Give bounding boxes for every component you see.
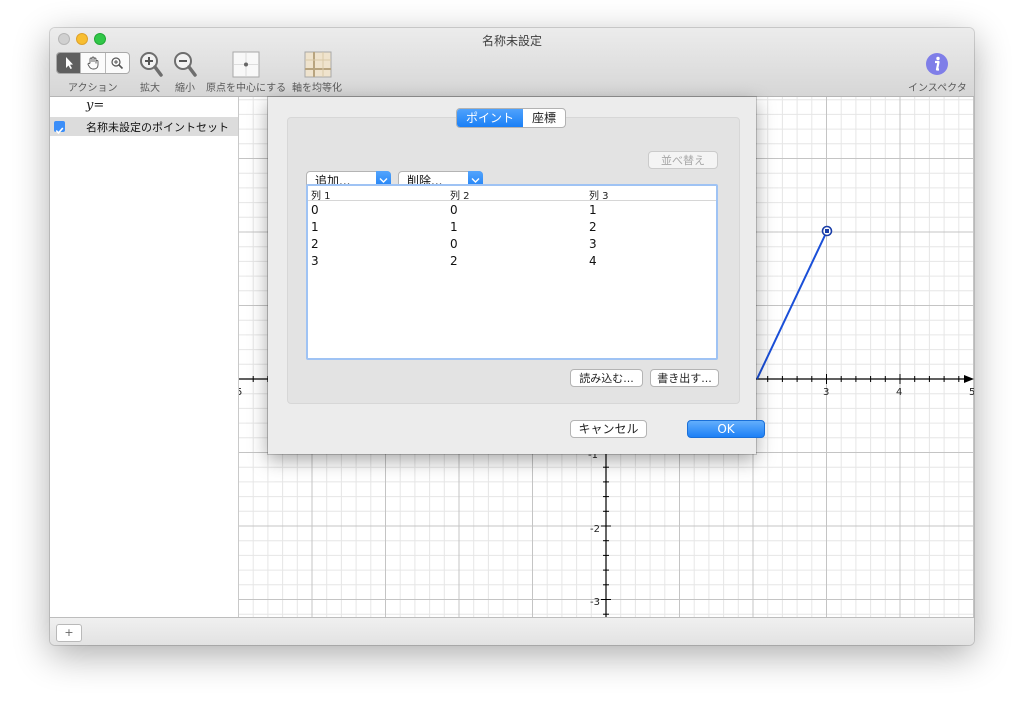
points-table[interactable]: 列 1 列 2 列 3 0 0 1 1 1 2 2 0 3 3 2 4	[306, 184, 718, 360]
table-cell[interactable]: 3	[311, 254, 319, 268]
hand-tool-button[interactable]	[80, 53, 104, 73]
bottom-bar: +	[50, 617, 974, 645]
equalize-axes-button[interactable]	[304, 51, 332, 82]
hand-icon	[87, 56, 99, 70]
zoom-out-button[interactable]	[172, 50, 198, 82]
zoom-in-button[interactable]	[138, 50, 164, 82]
center-origin-icon	[232, 51, 260, 78]
sort-button[interactable]: 並べ替え	[648, 151, 718, 169]
pointset-row[interactable]: 名称未設定のポイントセット	[50, 117, 238, 136]
table-cell[interactable]: 0	[450, 203, 458, 217]
x-tick-label: 3	[823, 387, 829, 398]
center-origin-button[interactable]	[232, 51, 260, 82]
table-cell[interactable]: 0	[450, 237, 458, 251]
dialog-tabs: ポイント 座標	[456, 108, 567, 128]
table-cell[interactable]: 3	[589, 237, 597, 251]
sidebar: y= 名称未設定のポイントセット	[50, 97, 239, 617]
x-tick-label: 5	[239, 387, 242, 398]
checkmark-icon	[55, 127, 64, 135]
zoom-in-label: 拡大	[140, 83, 160, 94]
table-header: 列 1 列 2 列 3	[308, 186, 716, 202]
equalize-axes-label: 軸を均等化	[292, 83, 342, 94]
pointer-icon	[65, 57, 73, 69]
table-cell[interactable]: 4	[589, 254, 597, 268]
tab-coordinates[interactable]: 座標	[523, 109, 565, 127]
cancel-button[interactable]: キャンセル	[570, 420, 647, 438]
table-cell[interactable]: 0	[311, 203, 319, 217]
x-tick-label: 5	[969, 387, 974, 398]
x-axis-arrow	[964, 375, 974, 383]
table-row[interactable]: 3 2 4	[308, 253, 716, 270]
table-cell[interactable]: 2	[311, 237, 319, 251]
pointer-tool-button[interactable]	[57, 53, 81, 73]
action-label: アクション	[68, 83, 118, 94]
expression-row[interactable]: y=	[86, 98, 104, 113]
import-button[interactable]: 読み込む...	[570, 369, 643, 387]
column-header[interactable]: 列 3	[589, 187, 609, 202]
table-row[interactable]: 1 1 2	[308, 219, 716, 236]
center-origin-label: 原点を中心にする	[206, 83, 287, 94]
magnify-tool-button[interactable]	[104, 53, 129, 73]
pointset-name: 名称未設定のポイントセット	[86, 121, 229, 134]
table-cell[interactable]: 2	[589, 220, 597, 234]
zoom-out-label: 縮小	[175, 83, 195, 94]
equalize-axes-icon	[304, 51, 332, 78]
y-tick-label: -3	[590, 597, 600, 608]
table-cell[interactable]: 1	[450, 220, 458, 234]
inspector-label: インスペクタ	[908, 83, 967, 94]
export-button[interactable]: 書き出す...	[650, 369, 719, 387]
column-header[interactable]: 列 2	[450, 187, 470, 202]
tab-points[interactable]: ポイント	[457, 109, 524, 127]
data-point-marker[interactable]	[821, 225, 833, 237]
table-cell[interactable]: 1	[311, 220, 319, 234]
column-header[interactable]: 列 1	[311, 187, 331, 202]
table-cell[interactable]: 1	[589, 203, 597, 217]
magnify-plus-icon	[111, 57, 124, 70]
table-row[interactable]: 2 0 3	[308, 236, 716, 253]
add-item-button[interactable]: +	[56, 624, 82, 642]
action-tool-segmented-control[interactable]	[56, 52, 130, 74]
zoom-in-icon	[140, 52, 163, 77]
window-title: 名称未設定	[481, 34, 542, 48]
inspector-button[interactable]	[925, 52, 949, 80]
ok-button[interactable]: OK	[687, 420, 765, 438]
table-row[interactable]: 0 0 1	[308, 202, 716, 219]
pointset-editor-dialog: 追加... 削除... 並べ替え 読み込む... 書き出す... ポイント 座標…	[268, 97, 765, 454]
pointset-visibility-checkbox[interactable]	[54, 121, 65, 135]
zoom-out-icon	[174, 52, 197, 77]
info-icon	[926, 53, 948, 75]
toolbar: 名称未設定 アクション 拡大 縮小 原点を中心にする 軸を均等化 インスペクタ	[50, 28, 974, 97]
x-tick-label: 4	[896, 387, 902, 398]
table-cell[interactable]: 2	[450, 254, 458, 268]
y-tick-label: -2	[590, 524, 600, 535]
